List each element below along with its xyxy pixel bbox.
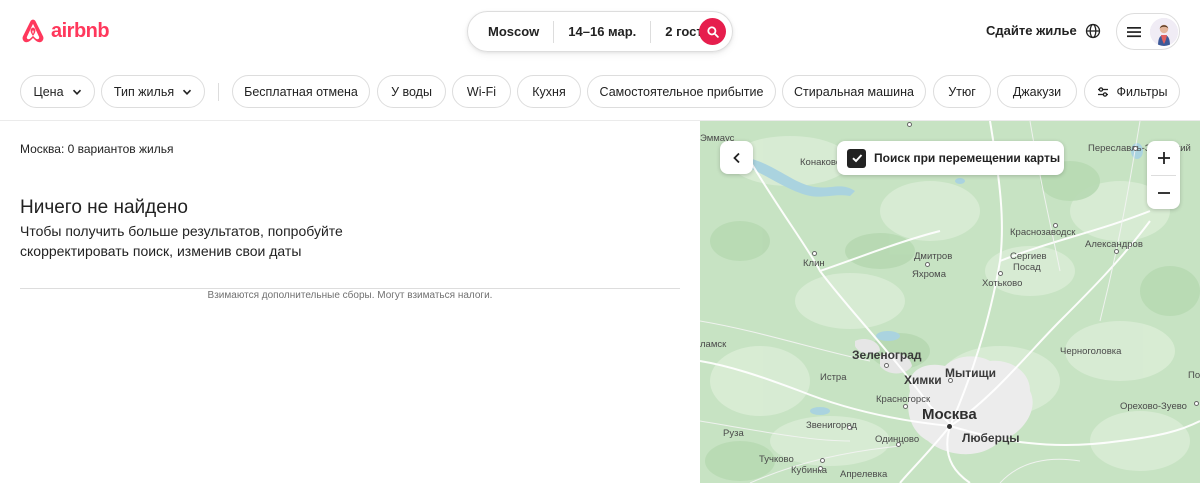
search-on-move-label: Поиск при перемещении карты	[874, 151, 1061, 165]
map-label-tuchkovo: Тучково	[759, 454, 794, 465]
map-city-dot	[896, 442, 901, 447]
search-location[interactable]: Moscow	[468, 20, 555, 43]
chip-waterfront[interactable]: У воды	[377, 75, 446, 108]
map-label-chernogolovka: Черноголовка	[1060, 346, 1122, 357]
map-city-dot	[903, 404, 908, 409]
type-filter[interactable]: Тип жилья	[101, 75, 205, 108]
chip-self-checkin[interactable]: Самостоятельное прибытие	[587, 75, 776, 108]
filters-button[interactable]: Фильтры	[1084, 75, 1180, 108]
map-label-khimki: Химки	[904, 373, 942, 387]
map-label-zelenograd: Зеленоград	[852, 348, 922, 362]
globe-icon[interactable]	[1085, 23, 1101, 39]
plus-icon	[1157, 152, 1170, 164]
top-header: airbnb Moscow 14–16 мар. 2 гостя Сдайте …	[0, 0, 1200, 64]
map-label-posad: Посад	[1013, 262, 1041, 273]
host-link[interactable]: Сдайте жилье	[986, 23, 1077, 38]
map-label-mytishchi: Мытищи	[945, 366, 996, 380]
chevron-left-icon	[732, 152, 740, 163]
zoom-out-button[interactable]	[1147, 176, 1180, 210]
map-label-krasnozavodsk: Краснозаводск	[1010, 227, 1076, 238]
map[interactable]: Эммаус Конаково Переславль-Залесский Кра…	[700, 121, 1200, 483]
map-label-moscow: Москва	[922, 406, 977, 423]
map-label-lyubertsy: Люберцы	[962, 431, 1020, 445]
map-label-orekhovo-zuevo: Орехово-Зуево	[1120, 401, 1187, 412]
results-divider	[20, 288, 680, 289]
map-label-klin: Клин	[803, 258, 825, 269]
map-city-dot	[1133, 146, 1138, 151]
map-label-sergiev: Сергиев	[1010, 251, 1047, 262]
map-city-dot	[812, 251, 817, 256]
chip-free-cancellation[interactable]: Бесплатная отмена	[232, 75, 370, 108]
airbnb-logo[interactable]: airbnb	[20, 17, 110, 45]
price-filter-label: Цена	[33, 84, 64, 99]
map-city-dot	[907, 122, 912, 127]
map-city-dot	[998, 271, 1003, 276]
map-city-dot	[820, 458, 825, 463]
empty-state-description: Чтобы получить больше результатов, попро…	[20, 223, 343, 259]
chip-iron[interactable]: Утюг	[933, 75, 991, 108]
chip-wifi[interactable]: Wi-Fi	[452, 75, 511, 108]
search-on-move-checkbox[interactable]	[847, 148, 866, 168]
map-label-aleksandrov: Александров	[1085, 239, 1143, 250]
chip-kitchen[interactable]: Кухня	[517, 75, 581, 108]
map-label-konakovo: Конаково	[800, 157, 842, 168]
results-count: Москва: 0 вариантов жилья	[20, 142, 174, 156]
search-button[interactable]	[699, 18, 726, 45]
map-label-istra: Истра	[820, 372, 847, 383]
hamburger-menu-icon	[1127, 26, 1141, 37]
chevron-down-icon	[72, 89, 81, 95]
zoom-in-button[interactable]	[1147, 141, 1180, 175]
search-dates[interactable]: 14–16 мар.	[554, 20, 652, 43]
map-city-dot	[818, 466, 823, 471]
search-bar[interactable]: Moscow 14–16 мар. 2 гостя	[467, 11, 733, 52]
map-city-dot	[1053, 223, 1058, 228]
map-label-aprelevka: Апрелевка	[840, 469, 888, 480]
filter-bar: Цена Тип жилья Бесплатная отмена У воды …	[0, 74, 1200, 110]
filter-divider	[218, 83, 219, 101]
logo-wordmark: airbnb	[51, 19, 110, 42]
map-city-dot	[847, 425, 852, 430]
price-filter[interactable]: Цена	[20, 75, 95, 108]
map-label-yakhroma: Яхрома	[912, 269, 946, 280]
map-city-dot	[1114, 249, 1119, 254]
checkmark-icon	[851, 154, 862, 163]
map-city-dot	[948, 378, 953, 383]
chip-washer[interactable]: Стиральная машина	[782, 75, 926, 108]
map-collapse-button[interactable]	[720, 141, 753, 174]
type-filter-label: Тип жилья	[113, 84, 175, 99]
fee-note: Взимаются дополнительные сборы. Могут вз…	[207, 290, 493, 301]
map-label-dmitrov: Дмитров	[914, 251, 953, 262]
map-label-ruza: Руза	[723, 428, 744, 439]
minus-icon	[1157, 192, 1170, 194]
map-capital-dot	[947, 424, 952, 429]
map-label-krasnogorsk: Красногорск	[876, 394, 931, 405]
map-city-dot	[1194, 401, 1199, 406]
filters-button-label: Фильтры	[1116, 84, 1168, 99]
map-label-khotkovo: Хотьково	[982, 278, 1023, 289]
search-icon	[706, 25, 719, 38]
map-city-dot	[925, 262, 930, 267]
airbnb-logo-icon	[22, 19, 44, 43]
chevron-down-icon	[183, 89, 192, 95]
search-on-map-move-toggle[interactable]: Поиск при перемещении карты	[837, 141, 1064, 175]
map-label-pokrov: Покро	[1188, 370, 1200, 381]
empty-state-title: Ничего не найдено	[20, 197, 188, 218]
filters-icon	[1097, 86, 1108, 97]
map-city-dot	[884, 363, 889, 368]
map-label-lamsk: ламск	[700, 339, 727, 350]
chip-jacuzzi[interactable]: Джакузи	[997, 75, 1077, 108]
user-menu-button[interactable]	[1116, 13, 1180, 50]
user-avatar-icon	[1150, 17, 1178, 46]
map-zoom-controls	[1147, 141, 1180, 209]
avatar	[1150, 17, 1178, 46]
